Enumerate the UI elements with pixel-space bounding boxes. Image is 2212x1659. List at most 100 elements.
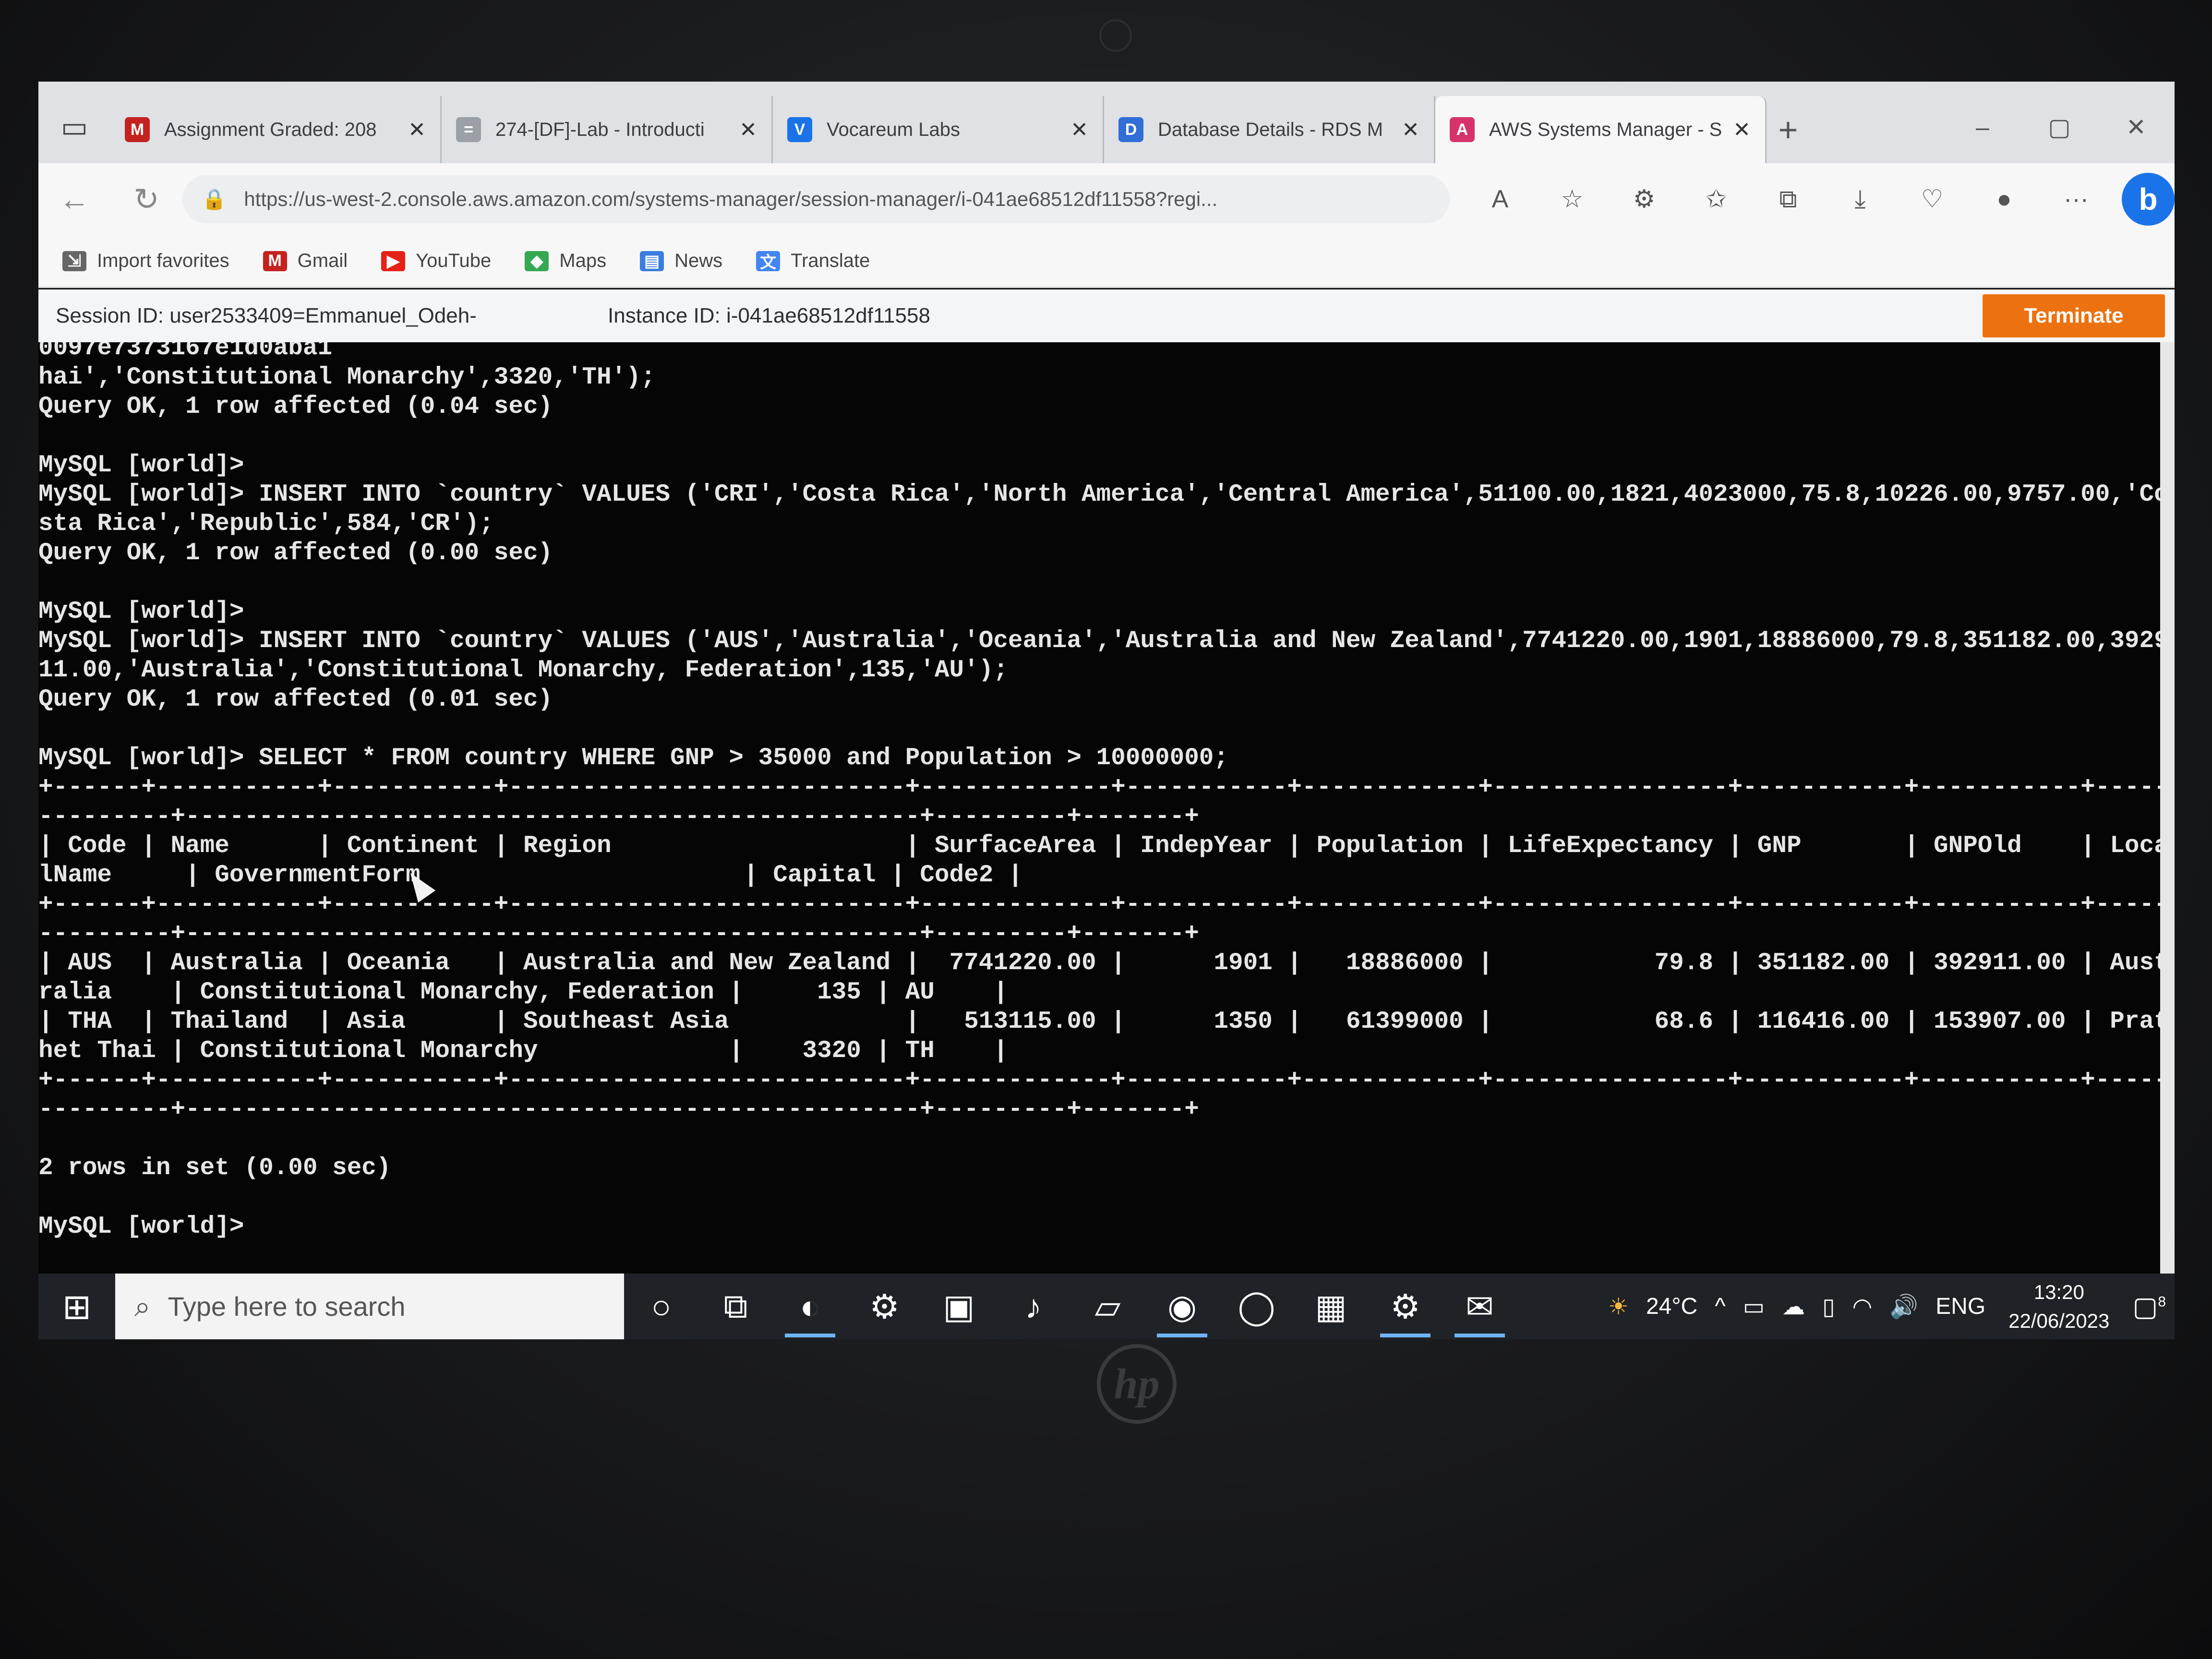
- favorite-link[interactable]: M Gmail: [263, 250, 348, 272]
- settings-gear-icon[interactable]: ⚙: [847, 1274, 922, 1339]
- new-tab-button[interactable]: +: [1767, 96, 1810, 163]
- read-aloud-icon[interactable]: A: [1464, 185, 1536, 214]
- downloads-icon[interactable]: ⤓: [1824, 185, 1896, 214]
- tab-label: Assignment Graded: 208: [164, 119, 377, 140]
- lock-icon: 🔒: [202, 187, 227, 210]
- close-tab-icon[interactable]: ✕: [739, 118, 757, 142]
- favorite-star-icon[interactable]: ☆: [1536, 185, 1608, 214]
- browser-tab[interactable]: A AWS Systems Manager - S ✕: [1435, 96, 1767, 163]
- gmail-icon: M: [125, 117, 150, 142]
- maximize-icon[interactable]: ▢: [2021, 113, 2098, 141]
- url-text: https://us-west-2.console.aws.amazon.com…: [244, 188, 1218, 210]
- hp-logo: hp: [1097, 1344, 1177, 1424]
- favorite-label: YouTube: [416, 250, 492, 271]
- clock[interactable]: 13:20 22/06/2023: [2008, 1278, 2109, 1335]
- tab-label: 274-[DF]-Lab - Introducti: [495, 119, 705, 140]
- browser-tab[interactable]: D Database Details - RDS M ✕: [1104, 96, 1435, 163]
- close-tab-icon[interactable]: ✕: [1402, 118, 1419, 142]
- windows-taskbar: ⊞ ⌕ Type here to search ○ ⧉ ◐ ⚙ ▣ ♪ ▱ ◉ ◯ ▦ ⚙ ✉ ☀ 2…: [38, 1274, 2175, 1339]
- chrome-icon[interactable]: ◉: [1145, 1274, 1219, 1339]
- terminal-line: | AUS | Australia | Oceania | Australia …: [38, 950, 2169, 977]
- task-view-icon[interactable]: ⧉: [698, 1274, 773, 1339]
- terminal-line: MySQL [world]> INSERT INTO `country` VAL…: [38, 481, 2169, 508]
- aws-icon: A: [1450, 117, 1475, 142]
- terminal-line: Query OK, 1 row affected (0.01 sec): [38, 686, 553, 713]
- terminal-output[interactable]: 0097e7373167e1d0aba1 hai','Constitutional…: [38, 342, 2175, 1274]
- favorite-link[interactable]: 文 Translate: [756, 250, 870, 272]
- news-icon: ▤: [640, 251, 664, 271]
- terminal-scrollbar[interactable]: [2160, 342, 2175, 1274]
- weather-temperature[interactable]: 24°C: [1646, 1293, 1697, 1320]
- terminal-line: | Code | Name | Continent | Region | Sur…: [38, 832, 2169, 860]
- rds-icon: D: [1118, 117, 1143, 142]
- back-icon[interactable]: ←: [38, 181, 110, 217]
- tab-label: AWS Systems Manager - S: [1489, 119, 1722, 140]
- terminal-line: Query OK, 1 row affected (0.04 sec): [38, 393, 553, 421]
- extensions-icon[interactable]: ⚙: [1608, 185, 1680, 214]
- browser-tab[interactable]: M Assignment Graded: 208 ✕: [110, 96, 442, 163]
- url-field[interactable]: 🔒 https://us-west-2.console.aws.amazon.c…: [182, 175, 1450, 223]
- windows-start-icon[interactable]: ⊞: [38, 1286, 115, 1327]
- mail-icon[interactable]: ✉: [1443, 1274, 1517, 1339]
- taskbar-search-box[interactable]: ⌕ Type here to search: [115, 1274, 624, 1339]
- clock-time: 13:20: [2033, 1280, 2084, 1303]
- browser-tab[interactable]: V Vocareum Labs ✕: [773, 96, 1104, 163]
- edge-icon[interactable]: ◐: [773, 1274, 847, 1339]
- favorite-link[interactable]: ⇲ Import favorites: [62, 250, 229, 272]
- tab-label: Database Details - RDS M: [1158, 119, 1383, 140]
- favorite-link[interactable]: ▤ News: [640, 250, 722, 272]
- terminal-line: MySQL [world]> SELECT * FROM country WHE…: [38, 745, 1229, 772]
- cortana-circle-icon[interactable]: ○: [624, 1274, 698, 1339]
- language-indicator[interactable]: ENG: [1936, 1293, 1985, 1320]
- game-icon[interactable]: ▦: [1294, 1274, 1368, 1339]
- chevron-up-icon[interactable]: ^: [1715, 1293, 1726, 1320]
- window-controls: – ▢ ✕: [1944, 91, 2175, 163]
- minimize-icon[interactable]: –: [1944, 113, 2021, 141]
- weather-icon[interactable]: ☀: [1608, 1293, 1629, 1320]
- import-icon: ⇲: [62, 251, 86, 271]
- wifi-icon[interactable]: ◠: [1852, 1293, 1873, 1320]
- favorite-link[interactable]: ▶ YouTube: [381, 250, 491, 272]
- favorite-label: Gmail: [297, 250, 348, 271]
- terminate-button[interactable]: Terminate: [1983, 294, 2165, 337]
- terminal-line: ralia | Constitutional Monarchy, Federat…: [38, 979, 1008, 1006]
- close-tab-icon[interactable]: ✕: [1070, 118, 1088, 142]
- battery-icon[interactable]: ▭: [1743, 1293, 1765, 1320]
- tiktok-icon[interactable]: ♪: [996, 1274, 1070, 1339]
- close-window-icon[interactable]: ✕: [2098, 113, 2175, 141]
- bing-icon[interactable]: b: [2122, 173, 2175, 226]
- onedrive-icon[interactable]: ☁: [1782, 1293, 1805, 1320]
- laptop-screen: ▭ M Assignment Graded: 208 ✕ = 274-[DF]-Lab …: [38, 82, 2175, 1339]
- terminal-line: ---------+------------------------------…: [38, 920, 1199, 948]
- collections-icon[interactable]: ⧉: [1752, 185, 1824, 214]
- terminal-line: 0097e7373167e1d0aba1: [38, 342, 333, 362]
- youtube-icon: ▶: [381, 251, 406, 271]
- terminal-line: hai','Constitutional Monarchy',3320,'TH'…: [38, 364, 656, 391]
- favorite-label: Maps: [559, 250, 607, 271]
- favorite-link[interactable]: ◆ Maps: [525, 250, 606, 272]
- cortana-ring-icon[interactable]: ◯: [1219, 1274, 1294, 1339]
- notes-icon[interactable]: ▱: [1070, 1274, 1145, 1339]
- health-icon[interactable]: ♡: [1896, 185, 1968, 214]
- notification-count: 8: [2158, 1293, 2166, 1310]
- calendar-app-icon[interactable]: ▣: [922, 1274, 996, 1339]
- terminal-line: lName | GovernmentForm | Capital | Code2…: [38, 862, 1023, 889]
- close-tab-icon[interactable]: ✕: [408, 118, 426, 142]
- refresh-icon[interactable]: ↻: [110, 181, 182, 217]
- terminal-line: MySQL [world]>: [38, 1213, 244, 1240]
- webcam: [1099, 19, 1132, 52]
- profile-avatar[interactable]: ●: [1968, 185, 2040, 214]
- tab-actions-icon[interactable]: ▭: [38, 91, 110, 163]
- terminal-line: +------+-----------+-----------+--------…: [38, 891, 2169, 918]
- maps-icon: ◆: [525, 251, 549, 271]
- device-icon[interactable]: ▯: [1822, 1293, 1835, 1320]
- browser-tab[interactable]: = 274-[DF]-Lab - Introducti ✕: [442, 96, 773, 163]
- favorite-label: News: [674, 250, 723, 271]
- notification-icon[interactable]: ▢8: [2132, 1291, 2166, 1322]
- more-menu-icon[interactable]: ···: [2040, 185, 2112, 214]
- volume-icon[interactable]: 🔊: [1889, 1293, 1918, 1320]
- settings-icon[interactable]: ⚙: [1368, 1274, 1443, 1339]
- instance-id: Instance ID: i-041ae68512df11558: [608, 304, 930, 327]
- close-tab-icon[interactable]: ✕: [1733, 118, 1751, 142]
- favorites-icon[interactable]: ✩: [1680, 185, 1752, 214]
